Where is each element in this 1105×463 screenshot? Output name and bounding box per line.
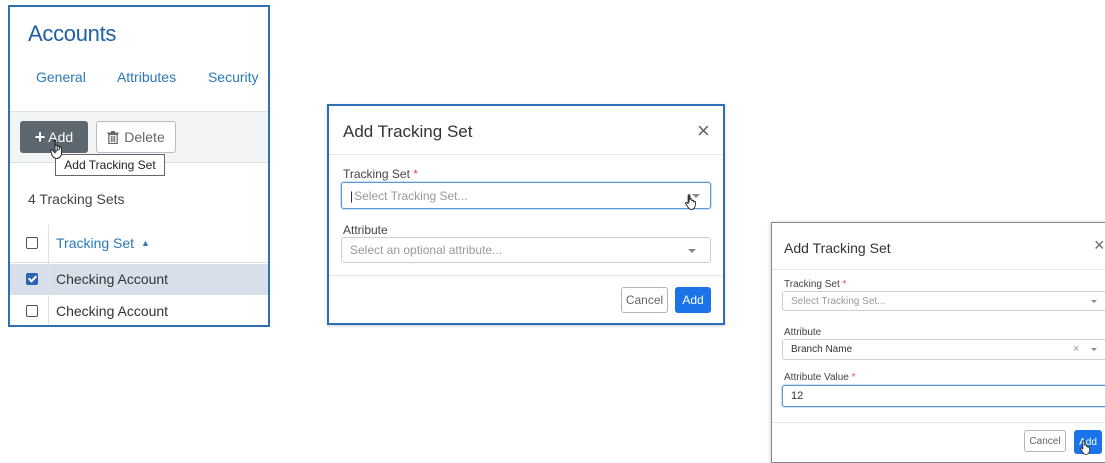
tab-general[interactable]: General [36,69,86,85]
tracking-set-label: Tracking Set * [784,279,846,290]
tracking-set-placeholder: Select Tracking Set... [354,188,468,203]
attribute-value-input[interactable]: 12 [782,385,1105,407]
attribute-value-label-text: Attribute Value [784,372,849,383]
tracking-set-select[interactable]: | Select Tracking Set... [341,182,711,209]
dialog-title: Add Tracking Set [784,240,891,256]
row-checkbox[interactable] [26,305,38,317]
trash-icon [107,130,119,144]
chevron-down-icon [688,249,696,253]
tab-attributes[interactable]: Attributes [117,69,176,85]
hand-cursor-icon [1080,440,1091,455]
select-all-checkbox[interactable] [26,237,38,249]
close-icon[interactable]: × [697,118,710,144]
tracking-set-select[interactable]: Select Tracking Set... [782,291,1105,311]
close-icon[interactable]: × [1094,235,1105,256]
divider [329,275,723,276]
cancel-button[interactable]: Cancel [1024,430,1066,452]
row-checkbox[interactable] [26,273,38,285]
add-tracking-set-dialog: Add Tracking Set × Tracking Set * | Sele… [327,104,725,325]
chevron-down-icon [1091,300,1097,303]
text-cursor: | [350,188,354,203]
required-mark: * [851,372,856,383]
attribute-value-label: Attribute Value * [784,372,856,383]
attribute-select[interactable]: Select an optional attribute... [341,237,711,263]
column-header-label: Tracking Set [56,235,135,251]
row-label: Checking Account [56,271,169,287]
required-mark: * [413,167,418,181]
attribute-label: Attribute [784,327,822,338]
attribute-select[interactable]: Branch Name × [782,339,1105,360]
clear-icon[interactable]: × [1073,343,1079,355]
attribute-label: Attribute [343,223,388,237]
add-button[interactable]: Add [675,287,711,313]
sort-up-icon: ▲ [140,238,150,248]
column-divider [48,225,49,325]
dialog-title: Add Tracking Set [343,122,473,141]
required-mark: * [842,279,847,290]
column-header-tracking-set[interactable]: Tracking Set ▲ [56,235,150,251]
hand-cursor-icon [50,140,63,159]
tracking-set-placeholder: Select Tracking Set... [791,295,886,307]
tab-bar: General Attributes Security [36,69,268,85]
tracking-set-count: 4 Tracking Sets [28,191,125,207]
add-tooltip: Add Tracking Set [55,154,165,176]
divider [772,269,1105,270]
cancel-button[interactable]: Cancel [621,287,668,313]
plus-icon: + [34,127,46,147]
tracking-set-label-text: Tracking Set [343,167,410,181]
hand-cursor-icon [685,194,696,210]
divider [329,154,723,155]
tab-security[interactable]: Security [208,69,259,85]
attribute-placeholder: Select an optional attribute... [350,243,503,257]
page-title: Accounts [28,21,117,46]
attribute-selected-value: Branch Name [791,344,853,355]
delete-button-label: Delete [124,129,165,145]
tracking-set-label: Tracking Set * [343,167,418,181]
divider [772,422,1105,423]
chevron-down-icon [1091,348,1097,351]
delete-button[interactable]: Delete [96,121,176,153]
row-label: Checking Account [56,303,169,319]
add-tracking-set-dialog-filled: Add Tracking Set × Tracking Set * Select… [771,222,1105,463]
tracking-set-label-text: Tracking Set [784,279,840,290]
